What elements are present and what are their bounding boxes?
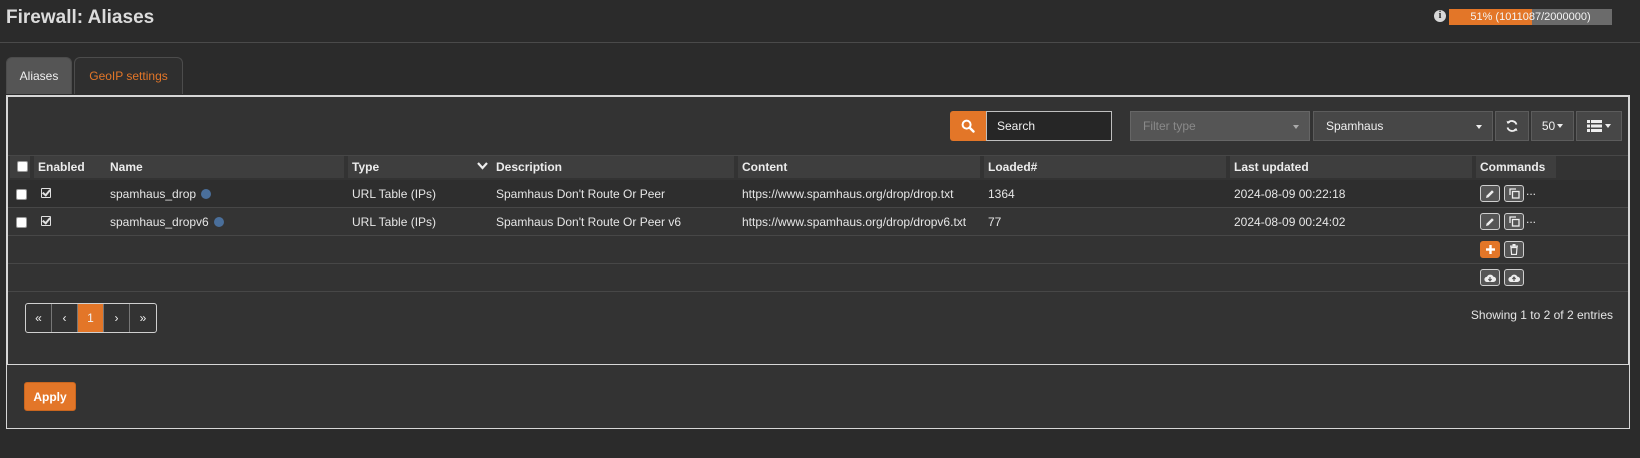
rows-per-page-value: 50	[1541, 119, 1556, 133]
copy-icon	[1508, 188, 1520, 199]
add-button[interactable]	[1480, 241, 1500, 258]
category-select[interactable]: Spamhaus	[1313, 111, 1493, 141]
info-icon[interactable]: i	[1434, 10, 1446, 22]
alias-description: Spamhaus Don't Route Or Peer	[496, 187, 666, 201]
page-header: Firewall: Aliases i 51% (1011087/2000000…	[0, 0, 1640, 43]
cloud-download-icon	[1484, 274, 1496, 282]
filter-type-select[interactable]: Filter type	[1130, 111, 1310, 141]
grid-toolbar: Filter type Spamhaus 50	[8, 97, 1628, 156]
search-icon	[961, 119, 975, 133]
status-dot-icon	[213, 217, 224, 227]
tab-geoip-settings[interactable]: GeoIP settings	[74, 57, 183, 94]
state-table-progress-bar: 51% (1011087/2000000)	[1449, 9, 1612, 25]
alias-name: spamhaus_dropv6	[110, 215, 209, 229]
alias-last-updated: 2024-08-09 00:22:18	[1234, 187, 1346, 201]
pagination: « ‹ 1 › »	[25, 303, 157, 333]
alias-type: URL Table (IPs)	[352, 215, 437, 229]
previous-page-button[interactable]: ‹	[52, 304, 78, 332]
edit-button[interactable]	[1480, 213, 1500, 230]
entries-info: Showing 1 to 2 of 2 entries	[1470, 308, 1613, 322]
select-all-checkbox[interactable]	[17, 161, 28, 172]
row-select-checkbox[interactable]	[16, 217, 27, 228]
import-export-row	[8, 264, 1628, 292]
edit-button[interactable]	[1480, 185, 1500, 202]
trash-icon	[1510, 244, 1518, 255]
row-select-checkbox[interactable]	[16, 189, 27, 200]
delete-selected-button[interactable]	[1504, 241, 1524, 258]
pencil-icon	[1486, 189, 1494, 198]
alias-loaded-count: 1364	[988, 187, 1015, 201]
sort-descending-icon	[477, 162, 488, 170]
alias-name: spamhaus_drop	[110, 187, 197, 201]
last-page-button[interactable]: »	[130, 304, 156, 332]
tab-aliases[interactable]: Aliases	[6, 57, 72, 94]
plus-icon	[1485, 245, 1495, 254]
enabled-check-icon[interactable]	[41, 188, 51, 198]
add-delete-row	[8, 236, 1628, 264]
refresh-button[interactable]	[1495, 111, 1529, 141]
chevron-down-icon	[1293, 125, 1299, 129]
alias-description: Spamhaus Don't Route Or Peer v6	[496, 215, 682, 229]
more-commands-indicator: ...	[1526, 212, 1537, 226]
copy-button[interactable]	[1504, 213, 1524, 230]
more-commands-indicator: ...	[1526, 184, 1537, 198]
column-name[interactable]: Name	[106, 156, 344, 178]
select-all-header	[10, 156, 30, 178]
list-icon	[1587, 120, 1602, 132]
alias-type: URL Table (IPs)	[352, 187, 437, 201]
refresh-icon	[1506, 120, 1518, 132]
column-type[interactable]: Type	[348, 156, 492, 178]
column-last-updated[interactable]: Last updated	[1230, 156, 1472, 178]
aliases-grid-panel: Filter type Spamhaus 50	[6, 95, 1630, 366]
column-content[interactable]: Content	[738, 156, 980, 178]
apply-button[interactable]: Apply	[24, 382, 76, 411]
progress-text: 51% (1011087/2000000)	[1470, 11, 1591, 23]
alias-name-cell: spamhaus_dropv6	[110, 208, 224, 236]
copy-icon	[1508, 216, 1520, 227]
search-input[interactable]	[986, 111, 1112, 141]
apply-panel: Apply	[6, 364, 1630, 429]
download-aliases-button[interactable]	[1480, 269, 1500, 286]
column-enabled[interactable]: Enabled	[34, 156, 108, 178]
pencil-icon	[1486, 217, 1494, 226]
search-button[interactable]	[950, 111, 986, 141]
alias-content: https://www.spamhaus.org/drop/dropv6.txt	[742, 215, 967, 229]
table-row[interactable]: spamhaus_dropv6 URL Table (IPs) Spamhaus…	[8, 208, 1628, 236]
column-type-label: Type	[352, 160, 380, 174]
chevron-down-icon	[1605, 124, 1611, 128]
status-dot-icon	[201, 189, 212, 199]
enabled-check-icon[interactable]	[41, 216, 51, 226]
rows-per-page-dropdown[interactable]: 50	[1531, 111, 1574, 141]
cloud-upload-icon	[1508, 274, 1520, 282]
column-description[interactable]: Description	[492, 156, 734, 178]
category-selected-value: Spamhaus	[1326, 119, 1384, 133]
table-row[interactable]: spamhaus_drop URL Table (IPs) Spamhaus D…	[8, 180, 1628, 208]
chevron-down-icon	[1476, 125, 1482, 129]
copy-button[interactable]	[1504, 185, 1524, 202]
alias-loaded-count: 77	[988, 215, 1002, 229]
filter-type-placeholder: Filter type	[1143, 119, 1196, 133]
column-loaded[interactable]: Loaded#	[984, 156, 1226, 178]
chevron-down-icon	[1557, 124, 1564, 128]
alias-last-updated: 2024-08-09 00:24:02	[1234, 215, 1346, 229]
upload-aliases-button[interactable]	[1504, 269, 1524, 286]
next-page-button[interactable]: ›	[104, 304, 130, 332]
column-commands: Commands	[1476, 156, 1556, 178]
first-page-button[interactable]: «	[26, 304, 52, 332]
column-selection-dropdown[interactable]	[1576, 111, 1622, 141]
page-1-button[interactable]: 1	[78, 304, 104, 332]
page-title: Firewall: Aliases	[6, 7, 155, 28]
alias-name-cell: spamhaus_drop	[110, 180, 212, 208]
alias-content: https://www.spamhaus.org/drop/drop.txt	[742, 187, 954, 201]
